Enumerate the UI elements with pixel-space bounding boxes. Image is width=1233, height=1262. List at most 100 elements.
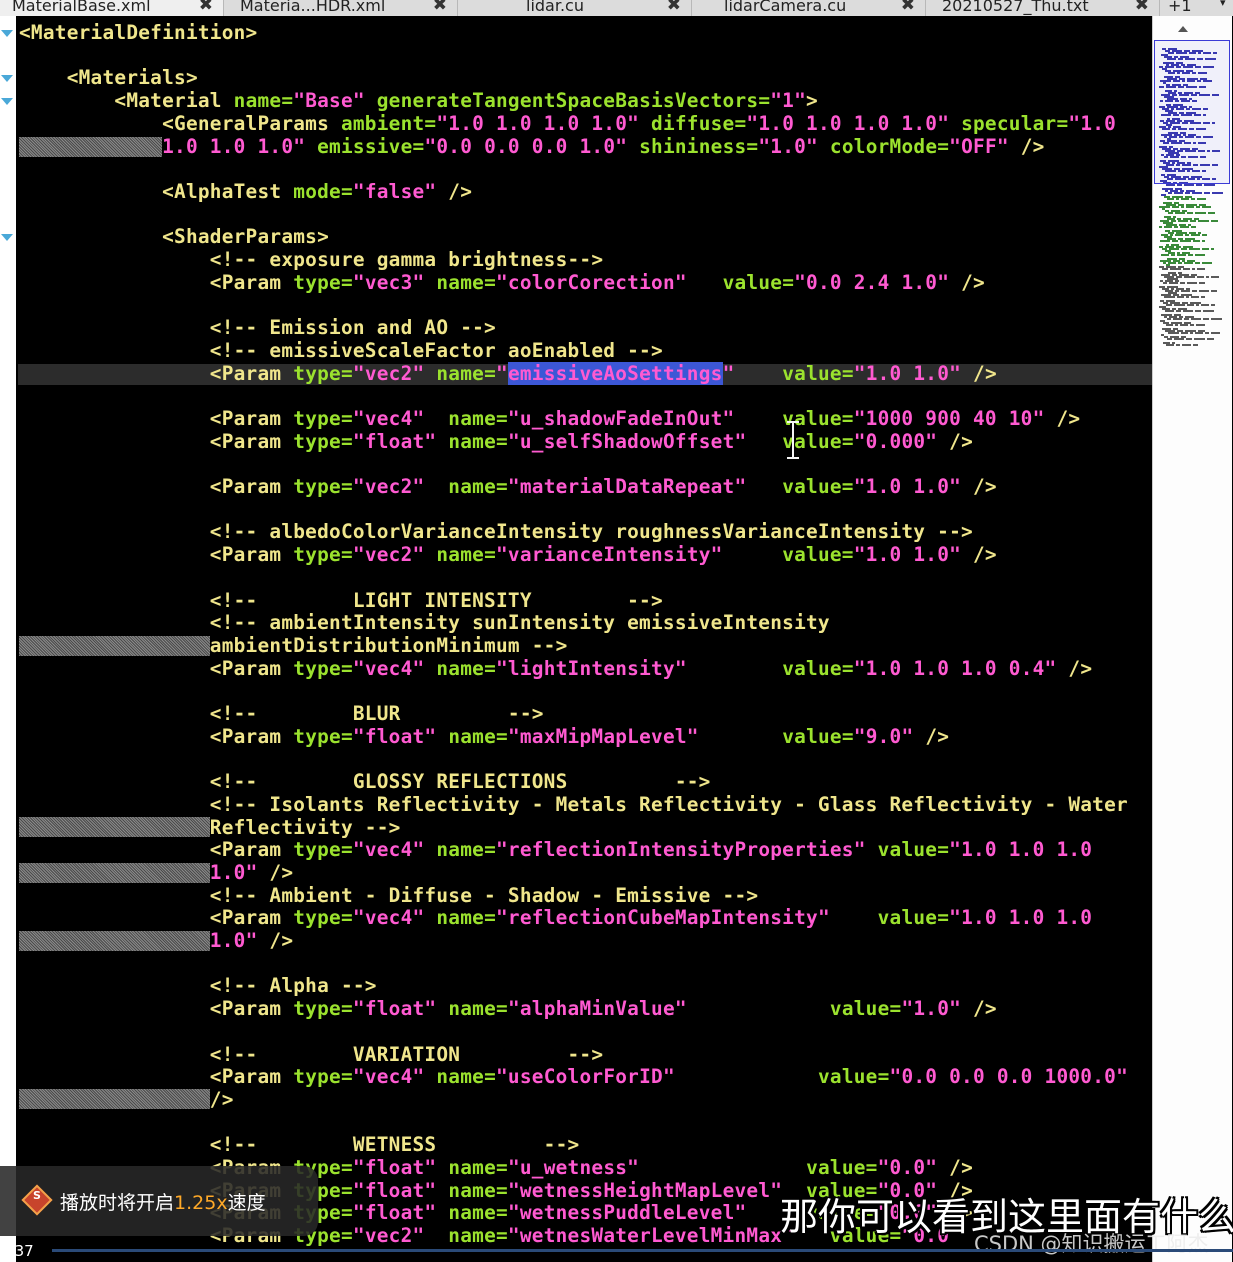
editor-gutter[interactable] (0, 16, 16, 1262)
close-icon[interactable]: ✖ (667, 0, 681, 16)
code-line[interactable]: 1.0" /> (19, 929, 293, 952)
code-line[interactable]: <!-- exposure gamma brightness--> (19, 248, 603, 271)
minimap-stroke (1197, 268, 1205, 270)
minimap-stroke (1177, 254, 1186, 256)
close-icon[interactable]: ✖ (199, 0, 213, 16)
code-line[interactable]: <Param type="float" name="alphaMinValue"… (19, 997, 997, 1020)
tab-menu-icon[interactable]: ▾ (1220, 0, 1226, 9)
code-line[interactable]: <Param type="vec3" name="colorCorection"… (19, 271, 985, 294)
minimap-stroke (1184, 262, 1193, 264)
progress-bar[interactable] (52, 1249, 1233, 1252)
minimap-stroke (1167, 198, 1174, 200)
code-line[interactable]: <!-- BLUR --> (19, 702, 544, 725)
tab-materialbase-xml[interactable]: MaterialBase.xml ✖ (0, 0, 224, 16)
code-token: "1.0 (1068, 111, 1117, 135)
tab-lidar-cu[interactable]: lidar.cu ✖ (458, 0, 692, 16)
code-token: "reflectionCubeMapIntensity" (496, 906, 830, 930)
code-line[interactable]: <Param type="float" name="maxMipMapLevel… (19, 725, 949, 748)
code-line[interactable]: <Material name="Base" generateTangentSpa… (19, 89, 818, 112)
minimap-stroke (1187, 212, 1193, 214)
code-token: name= (436, 906, 496, 930)
code-token: <Param (19, 475, 294, 498)
code-token: <!-- LIGHT INTENSITY --> (19, 588, 663, 612)
close-icon[interactable]: ✖ (1135, 0, 1149, 16)
code-token: "1.0 1.0 1.0 1.0" (746, 111, 950, 135)
code-editor[interactable]: <MaterialDefinition> <Materials> <Materi… (16, 16, 1152, 1262)
minimap-stroke (1195, 212, 1206, 214)
code-line[interactable]: <!-- albedoColorVarianceIntensity roughn… (19, 520, 973, 543)
tab-20210527-thu-txt[interactable]: 20210527_Thu.txt ✖ (926, 0, 1160, 16)
code-line[interactable]: Reflectivity --> (19, 816, 401, 839)
code-line[interactable]: 1.0" /> (19, 861, 293, 884)
code-line[interactable]: <GeneralParams ambient="1.0 1.0 1.0 1.0"… (19, 112, 1116, 135)
minimap-viewport[interactable] (1154, 40, 1230, 184)
code-token: "OFF" (949, 134, 1009, 158)
code-line[interactable]: <Param type="vec4" name="lightIntensity"… (19, 657, 1092, 680)
code-line[interactable]: <AlphaTest mode="false" /> (19, 180, 472, 203)
code-token: "9.0" (853, 724, 914, 748)
code-line[interactable]: <!-- GLOSSY REFLECTIONS --> (19, 770, 711, 793)
minimap-stroke (1196, 324, 1205, 326)
minimap-stroke (1180, 240, 1191, 242)
code-line[interactable]: /> (19, 1088, 234, 1111)
code-token: /> (913, 724, 950, 748)
code-line[interactable]: <!-- Ambient - Diffuse - Shadow - Emissi… (19, 884, 758, 907)
code-line[interactable]: <Materials> (19, 66, 198, 89)
code-line[interactable]: <ShaderParams> (19, 225, 329, 248)
code-line[interactable]: <Param type="float" name="u_selfShadowOf… (19, 430, 973, 453)
code-line[interactable]: <Param type="vec4" name="reflectionCubeM… (19, 906, 1092, 929)
fold-arrow-icon[interactable] (1, 98, 13, 105)
minimap-stroke (1174, 192, 1183, 194)
code-line[interactable]: <Param type="vec4" name="reflectionInten… (19, 838, 1092, 861)
scroll-up-arrow-icon[interactable] (1178, 26, 1188, 32)
fold-arrow-icon[interactable] (1, 234, 13, 241)
code-line[interactable]: <!-- Emission and AO --> (19, 316, 496, 339)
code-token: "vec3" (352, 270, 425, 294)
code-line[interactable]: <!-- ambientIntensity sunIntensity emiss… (19, 611, 830, 634)
minimap[interactable] (1152, 16, 1232, 1262)
code-token: "vec4" (352, 406, 425, 430)
close-icon[interactable]: ✖ (433, 0, 447, 16)
code-token: <Param (19, 656, 294, 680)
playback-speed-toast[interactable]: S 播放时将开启1.25x速度 (0, 1166, 318, 1236)
code-line[interactable]: 1.0 1.0 1.0" emissive="0.0 0.0 0.0 1.0" … (19, 135, 1045, 158)
code-line[interactable]: <Param type="vec4" name="useColorForID" … (19, 1065, 1128, 1088)
code-line[interactable]: <MaterialDefinition> (19, 21, 257, 44)
code-token: /> (257, 860, 294, 884)
code-line[interactable]: <!-- Alpha --> (19, 974, 377, 997)
code-token: <Param (19, 429, 294, 453)
minimap-stroke (1183, 310, 1193, 312)
code-line[interactable]: <Param type="vec2" name="materialDataRep… (19, 475, 997, 498)
code-token: <Param (19, 838, 294, 862)
code-line[interactable]: <Param type="vec2" name="emissiveAoSetti… (19, 361, 997, 385)
code-token: "0.0" (877, 1156, 938, 1179)
code-token: "wetnessPuddleLevel" (507, 1201, 747, 1225)
tab-materia-hdr-xml[interactable]: Materia...HDR.xml ✖ (224, 0, 458, 16)
tab-overflow-count[interactable]: +1 (1168, 0, 1192, 16)
code-line[interactable]: <!-- emissiveScaleFactor aoEnabled --> (19, 339, 663, 362)
code-line[interactable]: ambientDistributionMinimum --> (19, 634, 568, 657)
code-token: "1.0 1.0" (853, 361, 962, 385)
code-line[interactable]: <Param type="vec2" name="varianceIntensi… (19, 543, 997, 566)
code-line[interactable]: <!-- LIGHT INTENSITY --> (19, 589, 663, 612)
code-token: type= (293, 1065, 353, 1089)
fold-arrow-icon[interactable] (1, 75, 13, 82)
code-line[interactable]: <!-- WETNESS --> (19, 1133, 579, 1156)
minimap-stroke (1176, 198, 1179, 200)
code-line[interactable]: <!-- VARIATION --> (19, 1043, 603, 1066)
code-line[interactable]: <Param type="vec4" name="u_shadowFadeInO… (19, 407, 1080, 430)
tab-lidarcamera-cu[interactable]: lidarCamera.cu ✖ (692, 0, 926, 16)
code-line[interactable]: <!-- Isolants Reflectivity - Metals Refl… (19, 793, 1128, 816)
code-token: ambientDistributionMinimum --> (19, 633, 568, 657)
code-token: <!-- Ambient - Diffuse - Shadow - Emissi… (19, 883, 759, 907)
fold-arrow-icon[interactable] (1, 30, 13, 37)
close-icon[interactable]: ✖ (901, 0, 915, 16)
